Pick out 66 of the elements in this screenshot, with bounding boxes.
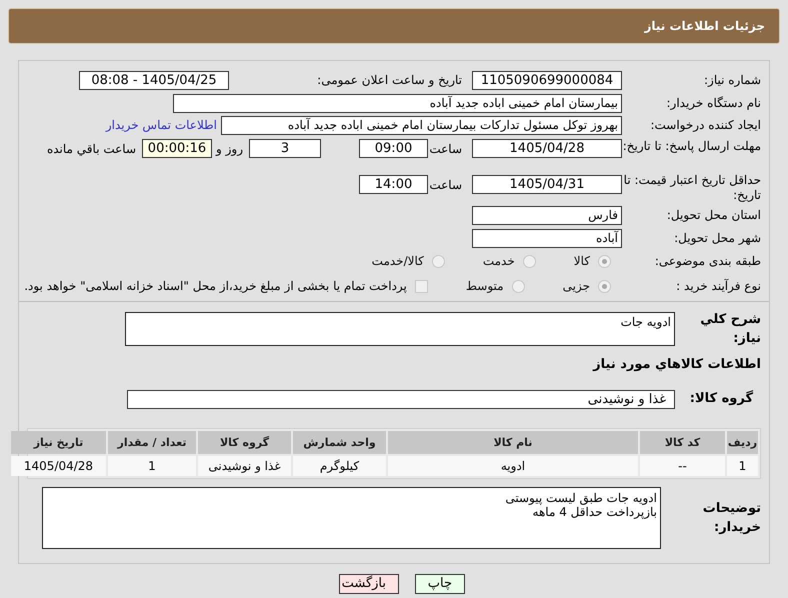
table-cell: 1	[108, 456, 196, 476]
field-label: ساعت باقي مانده	[46, 141, 136, 158]
text-line: بازپرداخت حداقل 4 ماهه	[532, 505, 657, 519]
table-cell: --	[640, 456, 725, 476]
input-field[interactable]: 14:00	[359, 175, 428, 194]
field-label: متوسط	[466, 278, 504, 295]
text-area[interactable]: ادویه جات	[125, 312, 675, 346]
column-header: تاریخ نیاز	[11, 431, 106, 454]
column-header: تعداد / مقدار	[108, 431, 196, 454]
field-label: روز و	[216, 141, 243, 158]
input-field[interactable]: غذا و نوشیدنی	[127, 390, 675, 408]
timer-field[interactable]: 00:00:16	[142, 139, 212, 158]
field-label: نام دستگاه خریدار:	[666, 95, 761, 112]
input-field[interactable]: 1405/04/28	[472, 139, 622, 158]
input-field[interactable]: بیمارستان امام خمینی اباده جدید آباده	[173, 94, 622, 112]
field-label: ساعت	[428, 177, 463, 194]
text-line: ادویه جات طبق لیست پیوستی	[504, 491, 657, 505]
radio-button[interactable]	[512, 280, 525, 292]
field-label: توضیحات خریدار:	[702, 500, 761, 537]
input-field[interactable]: 09:00	[359, 139, 428, 158]
table-cell: 1405/04/28	[11, 456, 106, 476]
checkbox[interactable]	[414, 280, 428, 292]
table-cell: کیلوگرم	[293, 456, 386, 476]
field-label: اطلاعات كالاهاي مورد نياز	[593, 356, 761, 374]
column-header: ردیف	[727, 431, 758, 454]
contact-link[interactable]: اطلاعات تماس خریدار	[106, 116, 217, 134]
field-label: کالا	[574, 253, 590, 270]
field-label: شهر محل تحویل:	[673, 230, 761, 247]
page-title: جزئیات اطلاعات نیاز	[644, 18, 765, 35]
radio-button[interactable]	[598, 280, 611, 292]
field-label: پرداخت تمام یا بخشی از مبلغ خرید،از محل "اسناد خزانه اسلامی" خواهد بود.	[24, 278, 407, 295]
column-header: نام کالا	[388, 431, 638, 454]
field-label: جزیی	[562, 278, 590, 295]
field-label: شماره نیاز:	[703, 72, 761, 89]
input-field[interactable]: 3	[249, 139, 321, 158]
table-cell: 1	[727, 456, 758, 476]
table-cell: غذا و نوشیدنی	[198, 456, 291, 476]
column-header: واحد شمارش	[293, 431, 386, 454]
input-field[interactable]: 1105090699000084	[472, 70, 622, 90]
field-label: ساعت	[428, 141, 463, 158]
input-field[interactable]: 1405/04/25 - 08:08	[79, 70, 229, 90]
field-label: کالا/خدمت	[372, 253, 424, 270]
field-label: طبقه بندی موضوعی:	[654, 253, 761, 270]
print-button[interactable]: چاپ	[415, 574, 465, 594]
radio-button[interactable]	[522, 254, 536, 268]
field-label: تاریخ و ساعت اعلان عمومی:	[316, 72, 463, 89]
field-label: حداقل تاریخ اعتبار قیمت: تا تاریخ:	[622, 173, 761, 203]
text-area[interactable]: ادویه جات طبق لیست پیوستی بازپرداخت حداقل 4 ماهه	[42, 487, 661, 549]
input-field[interactable]: فارس	[472, 206, 622, 224]
field-label: نوع فرآیند خرید :	[675, 278, 761, 295]
field-label: خدمت	[482, 253, 515, 270]
table-cell: ادویه	[388, 456, 638, 476]
field-label: ایجاد کننده درخواست:	[649, 117, 761, 134]
input-field[interactable]: آباده	[472, 228, 622, 248]
field-label: مهلت ارسال پاسخ: تا تاریخ:	[622, 138, 761, 154]
text-area-value: ادویه جات	[620, 314, 671, 331]
field-label: گروه کالا:	[688, 389, 754, 408]
column-header: گروه کالا	[198, 431, 291, 454]
column-header: کد کالا	[640, 431, 725, 454]
back-button[interactable]: بازگشت	[339, 574, 399, 594]
radio-button[interactable]	[432, 254, 445, 268]
field-label: شرح كلي نياز:	[699, 310, 761, 348]
input-field[interactable]: بهروز توکل مسئول تدارکات بیمارستان امام خمینی اباده جدید آباده	[221, 116, 622, 134]
field-label: استان محل تحویل:	[666, 207, 761, 224]
input-field[interactable]: 1405/04/31	[472, 175, 622, 194]
radio-button[interactable]	[598, 254, 611, 268]
